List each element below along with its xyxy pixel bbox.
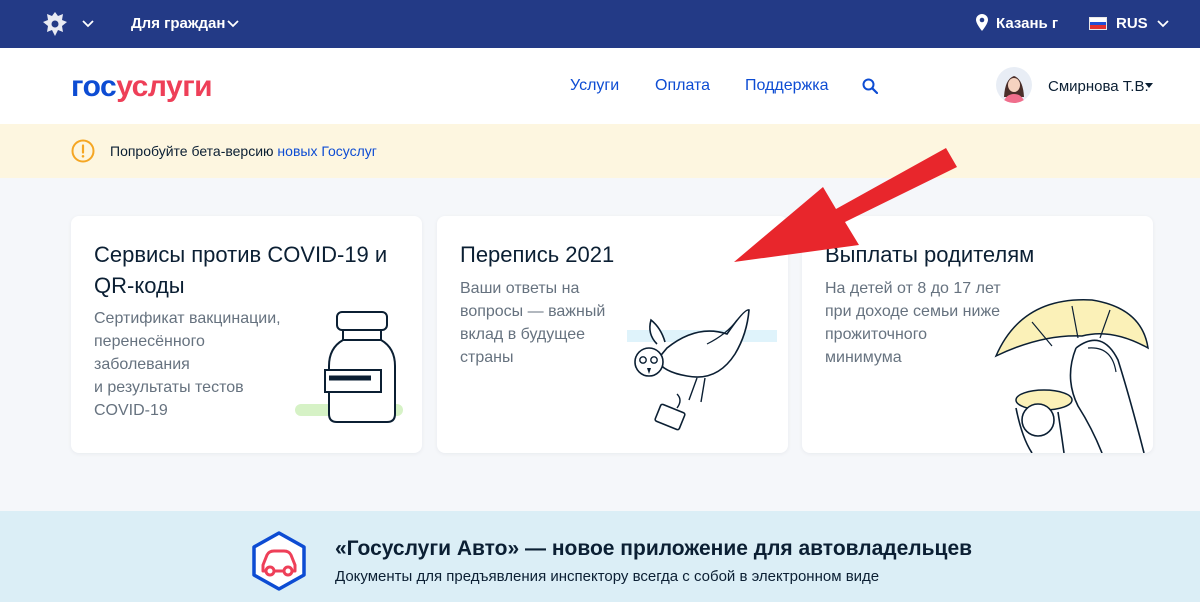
desc-line: заболевания (94, 356, 190, 373)
user-name[interactable]: Смирнова Т.В. (1048, 78, 1149, 95)
user-avatar[interactable] (996, 67, 1032, 103)
card-covid-desc: Сертификат вакцинации, перенесённого заб… (94, 307, 281, 422)
desc-line: COVID-19 (94, 402, 168, 419)
beta-banner-text: Попробуйте бета-версию новых Госуслуг (110, 143, 377, 159)
logo-part-uslugi: услуги (116, 70, 213, 103)
logo-part-gos: гос (71, 70, 117, 103)
audience-selector[interactable]: Для граждан (131, 15, 225, 32)
card-payments[interactable]: Выплаты родителям На детей от 8 до 17 ле… (802, 216, 1153, 453)
desc-line: вклад в будущее (460, 326, 586, 343)
desc-line: и результаты тестов (94, 379, 244, 396)
card-census-desc: Ваши ответы на вопросы — важный вклад в … (460, 277, 605, 369)
desc-line: На детей от 8 до 17 лет (825, 280, 1001, 297)
language-selector[interactable]: RUS (1116, 15, 1148, 32)
beta-banner: Попробуйте бета-версию новых Госуслуг (0, 124, 1200, 178)
chevron-down-icon[interactable] (82, 20, 94, 28)
card-census-title: Перепись 2021 (460, 242, 615, 267)
card-covid[interactable]: Сервисы против COVID-19 и QR-коды Сертиф… (71, 216, 422, 453)
user-menu-caret-icon[interactable] (1145, 83, 1153, 88)
card-payments-title: Выплаты родителям (825, 242, 1035, 267)
card-census[interactable]: Перепись 2021 Ваши ответы на вопросы — в… (437, 216, 788, 453)
card-payments-desc: На детей от 8 до 17 лет при доходе семьи… (825, 277, 1001, 369)
beta-banner-label: Попробуйте бета-версию (110, 143, 278, 159)
new-gosuslugi-link[interactable]: новых Госуслуг (277, 143, 376, 159)
car-app-icon (252, 531, 306, 591)
warning-icon (71, 139, 95, 163)
search-icon[interactable] (862, 78, 878, 94)
location-pin-icon (976, 14, 988, 31)
desc-line: при доходе семьи ниже (825, 303, 1001, 320)
vaccine-vial-icon (295, 311, 403, 423)
auto-promo-subtitle: Документы для предъявления инспектору вс… (335, 568, 880, 585)
desc-line: Сертификат вакцинации, (94, 310, 281, 327)
desc-line: прожиточного (825, 326, 928, 343)
top-bar: Для граждан Казань г RUS (0, 0, 1200, 48)
desc-line: минимума (825, 349, 902, 366)
desc-line: страны (460, 349, 514, 366)
location-selector[interactable]: Казань г (996, 15, 1058, 32)
census-bird-icon (627, 309, 777, 431)
nav-payment[interactable]: Оплата (655, 77, 710, 95)
nav-services[interactable]: Услуги (570, 77, 619, 95)
card-covid-title: Сервисы против COVID-19 и QR-коды (94, 242, 388, 298)
desc-line: Ваши ответы на (460, 280, 580, 297)
russia-flag-icon (1089, 17, 1107, 30)
avatar-person-icon (1003, 76, 1025, 103)
gosuslugi-logo[interactable]: госуслуги (71, 70, 213, 104)
desc-line: перенесённого (94, 333, 205, 350)
chevron-down-icon[interactable] (1157, 20, 1169, 28)
coat-of-arms-icon[interactable] (42, 10, 68, 38)
nav-support[interactable]: Поддержка (745, 77, 828, 95)
parent-child-umbrella-icon (994, 299, 1149, 453)
gosuslugi-auto-promo[interactable]: «Госуслуги Авто» — новое приложение для … (0, 511, 1200, 602)
main-header: госуслуги Услуги Оплата Поддержка Смирно… (0, 48, 1200, 124)
chevron-down-icon[interactable] (227, 20, 239, 28)
desc-line: вопросы — важный (460, 303, 606, 320)
auto-promo-title: «Госуслуги Авто» — новое приложение для … (335, 537, 973, 560)
